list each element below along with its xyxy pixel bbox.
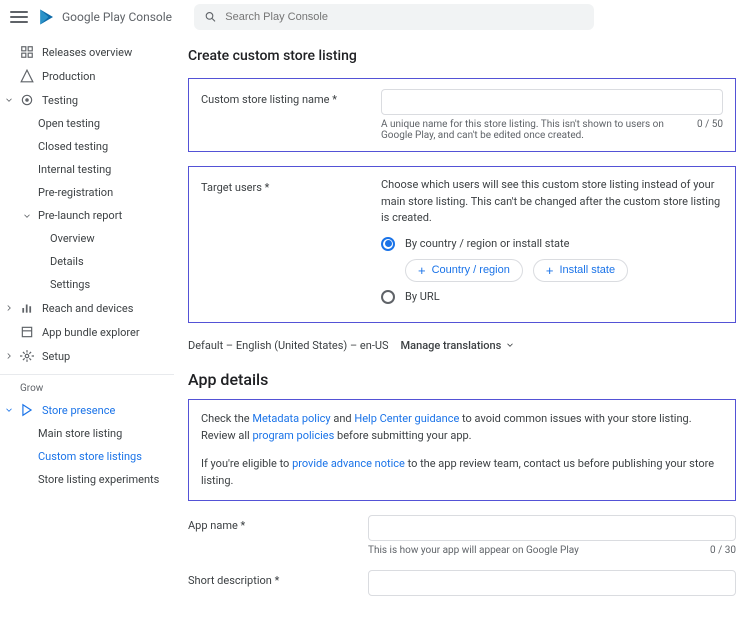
plus-icon: + [418, 264, 426, 277]
chevron-down-icon [4, 405, 14, 415]
main-content: Create custom store listing Custom store… [174, 34, 754, 630]
sidebar-label: Releases overview [42, 46, 132, 59]
sidebar-item-settings[interactable]: Settings [0, 273, 174, 296]
sidebar-label: Settings [50, 278, 90, 291]
target-users-label: Target users * [201, 177, 361, 312]
app-details-heading: App details [188, 370, 736, 389]
sidebar-label: App bundle explorer [42, 326, 140, 339]
sidebar-item-app-bundle[interactable]: App bundle explorer [0, 320, 174, 344]
manage-translations-button[interactable]: Manage translations [401, 339, 516, 352]
sidebar-label: Store presence [42, 404, 115, 417]
sidebar-label: Setup [42, 350, 70, 363]
sidebar-label: Pre-registration [38, 186, 113, 199]
sidebar-item-releases-overview[interactable]: Releases overview [0, 40, 174, 64]
sidebar-label: Pre-launch report [38, 209, 122, 222]
app-name-counter: 0 / 30 [710, 545, 736, 556]
sidebar-item-reach-devices[interactable]: Reach and devices [0, 296, 174, 320]
chip-label: Country / region [432, 264, 510, 276]
radio-label: By country / region or install state [405, 237, 569, 250]
plus-icon: + [546, 264, 554, 277]
sidebar-item-setup[interactable]: Setup [0, 344, 174, 368]
sidebar-label: Internal testing [38, 163, 111, 176]
policy-notice: Check the Metadata policy and Help Cente… [188, 399, 736, 501]
production-icon [20, 69, 34, 83]
sidebar-item-store-listing-experiments[interactable]: Store listing experiments [0, 468, 174, 491]
csl-name-counter: 0 / 50 [697, 119, 723, 141]
sidebar-label: Store listing experiments [38, 473, 159, 486]
menu-icon[interactable] [10, 8, 28, 26]
dashboard-icon [20, 45, 34, 59]
chevron-right-icon [4, 303, 14, 313]
language-row: Default – English (United States) – en-U… [188, 339, 736, 352]
chevron-down-icon [505, 340, 515, 350]
radio-icon-checked [381, 237, 395, 251]
radio-icon-unchecked [381, 290, 395, 304]
country-region-chip[interactable]: + Country / region [405, 259, 523, 282]
csl-name-label: Custom store listing name * [201, 89, 361, 141]
program-policies-link[interactable]: program policies [252, 429, 334, 442]
app-name-hint: This is how your app will appear on Goog… [368, 545, 700, 556]
advance-notice-link[interactable]: provide advance notice [292, 457, 405, 470]
page-title: Create custom store listing [188, 48, 736, 64]
sidebar-label: Reach and devices [42, 302, 133, 315]
chart-icon [20, 301, 34, 315]
chevron-right-icon [4, 351, 14, 361]
csl-name-input[interactable] [381, 89, 723, 115]
help-center-link[interactable]: Help Center guidance [354, 412, 459, 425]
sidebar-item-testing[interactable]: Testing [0, 88, 174, 112]
custom-store-listing-name-box: Custom store listing name * A unique nam… [188, 78, 736, 152]
sidebar-item-pre-registration[interactable]: Pre-registration [0, 181, 174, 204]
play-icon [20, 403, 34, 417]
install-state-chip[interactable]: + Install state [533, 259, 628, 282]
play-console-icon [38, 8, 56, 26]
sidebar-label: Custom store listings [38, 450, 142, 463]
sidebar-item-internal-testing[interactable]: Internal testing [0, 158, 174, 181]
sidebar-item-main-store-listing[interactable]: Main store listing [0, 422, 174, 445]
target-icon [20, 93, 34, 107]
sidebar: Releases overview Production Testing Ope… [0, 34, 174, 630]
chevron-down-icon [4, 95, 14, 105]
sidebar-item-pre-launch-report[interactable]: Pre-launch report [0, 204, 174, 227]
search-bar[interactable] [194, 4, 594, 30]
chevron-down-icon [22, 211, 32, 221]
sidebar-item-closed-testing[interactable]: Closed testing [0, 135, 174, 158]
target-users-box: Target users * Choose which users will s… [188, 166, 736, 323]
app-name-input[interactable] [368, 515, 736, 541]
bundle-icon [20, 325, 34, 339]
sidebar-label: Open testing [38, 117, 100, 130]
target-users-desc: Choose which users will see this custom … [381, 177, 723, 227]
default-lang-text: Default – English (United States) – en-U… [188, 339, 389, 352]
chip-label: Install state [559, 264, 615, 276]
search-input[interactable] [225, 11, 584, 23]
logo-text: Google Play Console [62, 10, 172, 24]
sidebar-item-overview[interactable]: Overview [0, 227, 174, 250]
sidebar-section-grow: Grow [0, 374, 174, 398]
csl-name-hint: A unique name for this store listing. Th… [381, 119, 687, 141]
sidebar-item-open-testing[interactable]: Open testing [0, 112, 174, 135]
sidebar-label: Overview [50, 232, 95, 245]
search-icon [204, 10, 217, 24]
gear-icon [20, 349, 34, 363]
logo[interactable]: Google Play Console [38, 8, 172, 26]
metadata-policy-link[interactable]: Metadata policy [252, 412, 330, 425]
sidebar-label: Production [42, 70, 95, 83]
radio-label: By URL [405, 290, 440, 303]
sidebar-label: Details [50, 255, 84, 268]
sidebar-label: Main store listing [38, 427, 122, 440]
radio-by-url[interactable]: By URL [381, 290, 723, 304]
sidebar-label: Testing [42, 94, 78, 107]
sidebar-item-store-presence[interactable]: Store presence [0, 398, 174, 422]
short-desc-input[interactable] [368, 570, 736, 596]
sidebar-label: Closed testing [38, 140, 108, 153]
short-desc-label: Short description * [188, 570, 348, 596]
radio-by-country[interactable]: By country / region or install state [381, 237, 723, 251]
sidebar-item-custom-store-listings[interactable]: Custom store listings [0, 445, 174, 468]
app-name-label: App name * [188, 515, 348, 556]
sidebar-item-details[interactable]: Details [0, 250, 174, 273]
manage-translations-label: Manage translations [401, 339, 502, 352]
sidebar-item-production[interactable]: Production [0, 64, 174, 88]
